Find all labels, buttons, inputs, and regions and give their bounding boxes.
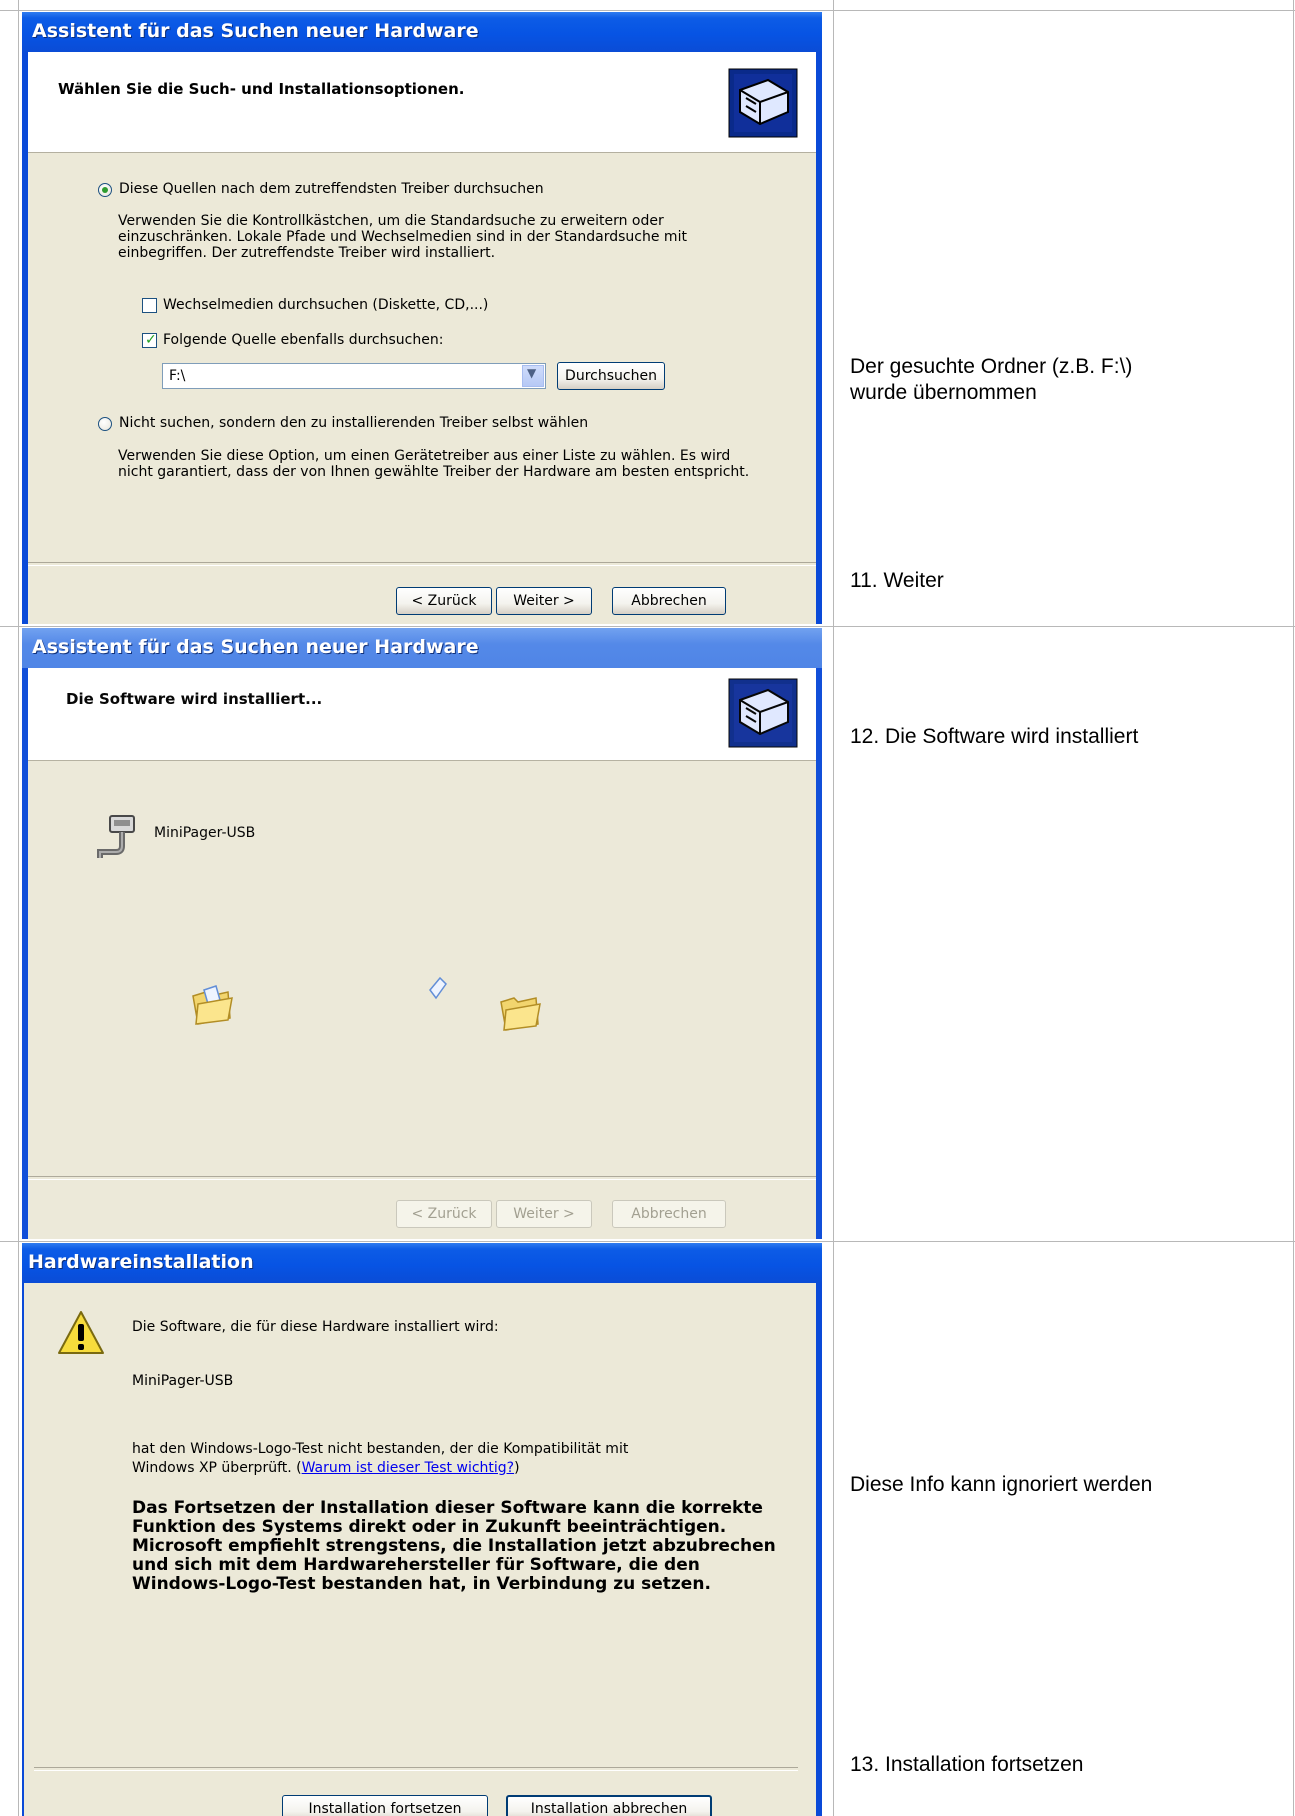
radio-selected-dot bbox=[102, 187, 108, 193]
table-row-divider bbox=[0, 1241, 1295, 1242]
abort-installation-button[interactable]: Installation abbrechen bbox=[506, 1795, 712, 1816]
logo-test-text-suffix: ) bbox=[514, 1460, 520, 1476]
device-name: MiniPager-USB bbox=[132, 1373, 234, 1389]
search-sources-description: Verwenden Sie die Kontrollkästchen, um d… bbox=[118, 213, 687, 261]
hardware-installation-dialog: Hardwareinstallation Die Software, die f… bbox=[22, 1243, 822, 1816]
folder-source-icon bbox=[192, 985, 233, 1025]
logo-test-text: hat den Windows-Logo-Test nicht bestande… bbox=[132, 1441, 629, 1457]
table-border-left bbox=[18, 0, 19, 1816]
logo-test-text-line2: Windows XP überprüft. (Warum ist dieser … bbox=[132, 1460, 520, 1477]
chevron-down-icon: ▼ bbox=[527, 366, 537, 380]
folder-destination-icon bbox=[500, 997, 541, 1031]
manual-driver-label[interactable]: Nicht suchen, sondern den zu installiere… bbox=[119, 415, 588, 432]
usb-cable-icon bbox=[97, 815, 135, 858]
search-sources-label[interactable]: Diese Quellen nach dem zutreffendsten Tr… bbox=[119, 181, 544, 198]
include-location-checkbox[interactable]: ✓ bbox=[142, 332, 157, 348]
dialog-body: Die Software, die für diese Hardware ins… bbox=[24, 1283, 816, 1816]
table-row-divider bbox=[0, 626, 1295, 627]
device-name: MiniPager-USB bbox=[154, 825, 256, 841]
step-11-note: 11. Weiter bbox=[850, 569, 944, 592]
dialog-body: Wählen Sie die Such- und Installationsop… bbox=[28, 52, 816, 624]
check-mark-icon: ✓ bbox=[145, 332, 157, 348]
table-border-right bbox=[1293, 0, 1294, 1816]
manual-driver-radio[interactable] bbox=[98, 417, 112, 431]
button-separator bbox=[28, 562, 816, 566]
wizard-header-title: Wählen Sie die Such- und Installationsop… bbox=[58, 80, 465, 98]
dialog-title: Hardwareinstallation bbox=[22, 1243, 822, 1283]
wizard-header: Wählen Sie die Such- und Installationsop… bbox=[28, 52, 816, 153]
software-intro-text: Die Software, die für diese Hardware ins… bbox=[132, 1319, 499, 1335]
removable-media-checkbox[interactable] bbox=[142, 298, 157, 313]
logo-test-text-prefix: Windows XP überprüft. ( bbox=[132, 1460, 302, 1476]
table-border-top bbox=[0, 10, 1295, 11]
include-location-label[interactable]: Folgende Quelle ebenfalls durchsuchen: bbox=[163, 332, 443, 349]
installing-dialog: Assistent für das Suchen neuer Hardware … bbox=[22, 628, 822, 1239]
search-sources-radio[interactable] bbox=[98, 183, 112, 197]
cancel-button[interactable]: Abbrechen bbox=[612, 587, 726, 615]
back-button[interactable]: < Zurück bbox=[396, 587, 492, 615]
folder-note: Der gesuchte Ordner (z.B. F:\) wurde übe… bbox=[850, 355, 1133, 404]
dialog-body: Die Software wird installiert... MiniPag… bbox=[28, 668, 816, 1239]
table-column-divider bbox=[833, 0, 834, 1816]
next-button[interactable]: Weiter > bbox=[496, 1200, 592, 1228]
step-12-note: 12. Die Software wird installiert bbox=[850, 725, 1139, 748]
hardware-icon bbox=[728, 68, 798, 138]
dialog-title: Assistent für das Suchen neuer Hardware bbox=[22, 628, 822, 668]
dropdown-button[interactable]: ▼ bbox=[522, 365, 544, 387]
continue-installation-button[interactable]: Installation fortsetzen bbox=[282, 1795, 488, 1816]
why-test-important-link[interactable]: Warum ist dieser Test wichtig? bbox=[302, 1460, 515, 1476]
button-separator bbox=[34, 1767, 798, 1771]
cancel-button[interactable]: Abbrechen bbox=[612, 1200, 726, 1228]
removable-media-label[interactable]: Wechselmedien durchsuchen (Diskette, CD,… bbox=[163, 297, 488, 314]
manual-driver-description: Verwenden Sie diese Option, um einen Ger… bbox=[118, 448, 750, 480]
next-button[interactable]: Weiter > bbox=[496, 587, 592, 615]
back-button[interactable]: < Zurück bbox=[396, 1200, 492, 1228]
browse-button[interactable]: Durchsuchen bbox=[557, 362, 665, 390]
wizard-header-title: Die Software wird installiert... bbox=[66, 690, 323, 708]
wizard-header: Die Software wird installiert... bbox=[28, 668, 816, 761]
flying-document-icon bbox=[429, 976, 447, 1000]
search-path-combobox[interactable]: F:\ ▼ bbox=[162, 363, 546, 389]
warning-icon bbox=[58, 1311, 104, 1354]
step-13-note: 13. Installation fortsetzen bbox=[850, 1753, 1084, 1776]
info-note: Diese Info kann ignoriert werden bbox=[850, 1473, 1153, 1496]
button-separator bbox=[28, 1176, 816, 1180]
search-path-value: F:\ bbox=[169, 368, 186, 384]
dialog-title: Assistent für das Suchen neuer Hardware bbox=[22, 12, 822, 52]
hardware-icon bbox=[728, 678, 798, 748]
search-options-dialog: Assistent für das Suchen neuer Hardware … bbox=[22, 12, 822, 624]
warning-message: Das Fortsetzen der Installation dieser S… bbox=[132, 1498, 776, 1594]
